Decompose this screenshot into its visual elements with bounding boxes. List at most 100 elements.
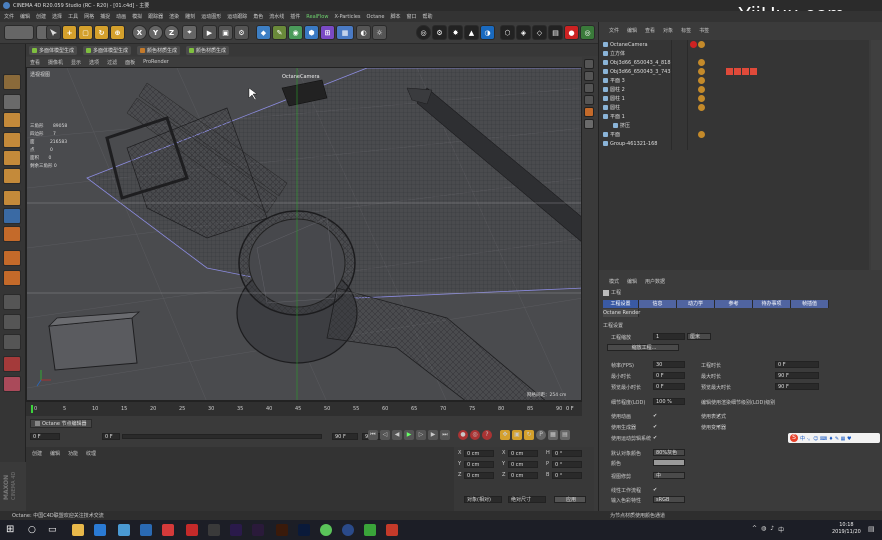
viewport-octane-icon[interactable] (584, 107, 594, 117)
preview-min-field[interactable]: 0 F (653, 383, 685, 390)
pen-spline-button[interactable]: ✎ (272, 25, 287, 40)
task-view-icon[interactable]: ▭ (48, 524, 60, 536)
snap-button[interactable] (3, 208, 21, 224)
attr-menu-item[interactable]: 编辑 (627, 278, 637, 285)
size-x-field[interactable]: 0 cm (508, 450, 538, 457)
model-mode-button[interactable] (3, 112, 21, 128)
viewport-menu-item[interactable]: 查看 (30, 59, 40, 66)
octane-sky-button[interactable]: ▲ (464, 25, 479, 40)
menu-item[interactable]: X-Particles (334, 14, 360, 20)
tab-octane-render[interactable]: Octane Render (603, 309, 640, 317)
default-color-dropdown[interactable]: 80%灰色 (653, 449, 685, 456)
object-row[interactable]: 立方体 (603, 49, 625, 58)
record-icon[interactable]: ● (458, 430, 468, 440)
solo-button[interactable] (3, 294, 21, 310)
go-to-end-icon[interactable]: ⏭ (440, 430, 450, 440)
object-row[interactable]: 平面 3 (603, 76, 625, 85)
ime-toolbar[interactable]: S 中 ·。☺ ⌨ ♦ ✎ ▦ ♥ (788, 433, 880, 443)
fps-field[interactable]: 30 (653, 361, 685, 368)
menu-item[interactable]: 动画 (116, 13, 126, 20)
network-icon[interactable]: ◍ (761, 525, 766, 534)
frame-button[interactable] (3, 376, 21, 392)
position-x-field[interactable]: 0 cm (464, 450, 494, 457)
octane-node-editor-button[interactable]: Octane 节点编辑器 (30, 419, 92, 428)
warning-tag[interactable] (734, 68, 741, 75)
object-row[interactable]: 平面 1 (603, 112, 625, 121)
menu-item[interactable]: 雕刻 (185, 13, 195, 20)
menu-item[interactable]: 运动图形 (201, 13, 221, 20)
quantize-button[interactable] (3, 314, 21, 330)
om-menu-item[interactable]: 对象 (663, 27, 673, 34)
select-tool-button[interactable] (46, 25, 61, 40)
min-time-field[interactable]: 0 F (653, 372, 685, 379)
rotate-key-icon[interactable]: ↻ (524, 430, 534, 440)
scale-key-icon[interactable]: ▣ (512, 430, 522, 440)
object-row[interactable]: Obj3d66_650043_3_743 (603, 67, 671, 76)
rotation-h-field[interactable]: 0 ° (552, 450, 582, 457)
rotation-p-field[interactable]: 0 ° (552, 461, 582, 468)
object-row[interactable]: 圆柱 (603, 103, 620, 112)
keyframe-icon[interactable]: ? (482, 430, 492, 440)
preview-max-field[interactable]: 90 F (775, 383, 819, 390)
menu-item[interactable]: 文件 (4, 13, 14, 20)
view-clip-dropdown[interactable]: 中 (653, 472, 685, 479)
cinema4d-icon[interactable] (342, 524, 354, 536)
previous-frame-icon[interactable]: ◀ (392, 430, 402, 440)
browser-icon[interactable] (118, 524, 130, 536)
octane-green-button[interactable]: ◎ (580, 25, 595, 40)
premiere-icon[interactable] (252, 524, 264, 536)
menu-item[interactable]: 编辑 (20, 13, 30, 20)
menu-item[interactable]: 帮助 (423, 13, 433, 20)
end-frame-field[interactable]: 90 F (332, 433, 358, 440)
viewport-menu-item[interactable]: 摄像机 (48, 59, 63, 66)
axis-x-button[interactable]: X (132, 25, 147, 40)
apply-button[interactable]: 应用 (554, 496, 586, 503)
play-icon[interactable]: ▶ (404, 430, 414, 440)
rotate-tool-button[interactable]: ↻ (94, 25, 109, 40)
app-icon[interactable] (208, 524, 220, 536)
tab-interpolation[interactable]: 帧插值 (791, 300, 829, 308)
material-tag[interactable] (698, 95, 705, 102)
recent-tool-button[interactable]: ⊕ (110, 25, 125, 40)
menu-item[interactable]: 流水线 (269, 13, 284, 20)
octane-mesh-button[interactable]: ◇ (532, 25, 547, 40)
go-to-start-icon[interactable]: ⏮ (368, 430, 378, 440)
lod-render-checkbox-label[interactable]: 编辑使用渲染细节级别(LOD)级别 (701, 399, 775, 406)
lock-workplane-button[interactable] (3, 250, 21, 266)
generator-button-1[interactable]: 多面体模型生成 (29, 45, 78, 55)
move-tool-button[interactable]: + (62, 25, 77, 40)
search-icon[interactable]: ○ (28, 524, 40, 536)
viewport-menu-item[interactable]: 选项 (89, 59, 99, 66)
app-icon[interactable] (320, 524, 332, 536)
frame-slider[interactable] (122, 434, 322, 439)
menu-item[interactable]: 插件 (290, 13, 300, 20)
timeline-ruler[interactable]: 0 5 10 15 20 25 30 35 40 45 50 55 60 65 70 75 80 85 90 0 F (26, 401, 582, 416)
camera-button[interactable]: ◐ (356, 25, 371, 40)
project-time-field[interactable]: 0 F (775, 361, 819, 368)
after-effects-icon[interactable] (230, 524, 242, 536)
app-icon[interactable] (186, 524, 198, 536)
viewport-rotate-icon[interactable] (584, 83, 594, 93)
generator-button-3[interactable]: 颜色材质生成 (137, 45, 181, 55)
tweak-button[interactable] (3, 334, 21, 350)
om-menu-item[interactable]: 编辑 (627, 27, 637, 34)
octane-camera-button[interactable]: ◈ (516, 25, 531, 40)
octane-texture-button[interactable]: ▤ (548, 25, 563, 40)
texture-mode-button[interactable] (3, 94, 21, 110)
next-frame-icon[interactable]: ▷ (416, 430, 426, 440)
warning-tag[interactable] (750, 68, 757, 75)
menu-item[interactable]: 渲染 (169, 13, 179, 20)
app-icon[interactable] (364, 524, 376, 536)
scale-unit-dropdown[interactable]: 厘米 (687, 333, 711, 340)
material-menu-item[interactable]: 创建 (32, 450, 42, 457)
ime-mode-icon[interactable]: 中 (778, 525, 784, 534)
rotation-b-field[interactable]: 0 ° (552, 472, 582, 479)
linear-workflow-checkbox[interactable]: ✔ (653, 487, 659, 493)
material-menu-item[interactable]: 功能 (68, 450, 78, 457)
polygons-mode-button[interactable] (3, 168, 21, 184)
use-generators-checkbox[interactable]: ✔ (653, 424, 659, 430)
axis-mode-button[interactable] (3, 190, 21, 206)
object-row[interactable]: 圆柱 1 (603, 94, 625, 103)
make-editable-button[interactable] (3, 74, 21, 90)
om-menu-item[interactable]: 书签 (699, 27, 709, 34)
